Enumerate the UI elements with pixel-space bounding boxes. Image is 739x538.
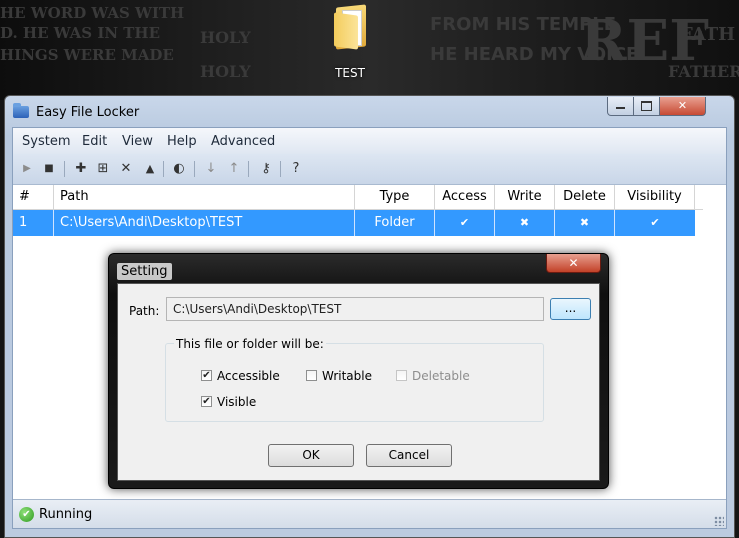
- wallpaper-text: D. HE WAS IN THE: [0, 24, 161, 42]
- dialog-body: Path: C:\Users\Andi\Desktop\TEST ... Thi…: [117, 283, 600, 481]
- desktop-folder-label: TEST: [335, 66, 365, 80]
- status-text: Running: [39, 507, 93, 522]
- check-icon: ✔: [650, 216, 660, 229]
- wallpaper-text: FATH: [680, 24, 736, 45]
- help-icon[interactable]: ?: [287, 160, 305, 178]
- check-icon: ✔: [435, 210, 495, 236]
- checkbox-label: Writable: [322, 369, 372, 383]
- dialog-close-button[interactable]: ✕: [546, 254, 601, 273]
- column-header-visibility[interactable]: Visibility: [615, 185, 695, 209]
- toolbar-separator: [194, 161, 195, 177]
- resize-grip[interactable]: [714, 516, 724, 526]
- close-icon: ✕: [568, 256, 579, 270]
- minimize-button[interactable]: [607, 97, 634, 116]
- window-title: Easy File Locker: [36, 105, 140, 120]
- column-header-number[interactable]: #: [13, 185, 54, 209]
- checkbox-box: ✔: [201, 370, 212, 381]
- cross-icon: ✖: [555, 210, 615, 236]
- toolbar: ▶ ■ ✚ ⊞ ✕ ▲ ◐ ↓ ↑ ⚷ ?: [13, 154, 726, 185]
- table-header: # Path Type Access Write Delete Visibili…: [13, 185, 703, 210]
- maximize-button[interactable]: [633, 97, 660, 116]
- folder-icon: [13, 103, 29, 118]
- checkbox-box: [306, 370, 317, 381]
- column-header-access[interactable]: Access: [435, 185, 495, 209]
- move-down-icon[interactable]: ↓: [202, 160, 220, 178]
- close-button[interactable]: ✕: [659, 97, 706, 116]
- checkbox-box: [396, 370, 407, 381]
- menu-edit[interactable]: Edit: [82, 134, 107, 149]
- contrast-icon[interactable]: ◐: [170, 160, 188, 178]
- menu-advanced[interactable]: Advanced: [211, 134, 275, 149]
- menu-view[interactable]: View: [122, 134, 153, 149]
- status-bar: ✔ Running: [13, 499, 726, 528]
- row-type: Folder: [355, 210, 435, 236]
- toolbar-separator: [163, 161, 164, 177]
- column-header-type[interactable]: Type: [355, 185, 435, 209]
- close-icon: ✕: [677, 99, 688, 112]
- wallpaper-text: HOLY: [200, 28, 251, 47]
- folder-icon: [332, 4, 368, 50]
- group-label: This file or folder will be:: [174, 337, 326, 351]
- menu-help[interactable]: Help: [167, 134, 197, 149]
- row-number: 1: [13, 210, 54, 236]
- add-folder-icon[interactable]: ⊞: [94, 160, 112, 178]
- wallpaper-text: HOLY: [200, 62, 251, 81]
- path-input[interactable]: C:\Users\Andi\Desktop\TEST: [166, 297, 544, 321]
- wallpaper-text: HE WORD WAS WITH: [0, 4, 185, 22]
- wallpaper-text: FATHER: [668, 62, 739, 81]
- column-header-path[interactable]: Path: [54, 185, 355, 209]
- up-icon[interactable]: ▲: [141, 160, 159, 178]
- delete-icon[interactable]: ✕: [117, 160, 135, 178]
- column-header-write[interactable]: Write: [495, 185, 555, 209]
- play-icon[interactable]: ▶: [18, 160, 36, 178]
- running-icon: ✔: [19, 507, 34, 522]
- title-bar[interactable]: Easy File Locker ✕: [5, 96, 734, 126]
- table-row[interactable]: 1 C:\Users\Andi\Desktop\TEST Folder ✔ ✖ …: [13, 210, 695, 236]
- move-up-icon[interactable]: ↑: [225, 160, 243, 178]
- maximize-icon: [641, 101, 652, 111]
- key-icon[interactable]: ⚷: [257, 160, 275, 178]
- desktop-folder-test[interactable]: TEST: [318, 4, 382, 86]
- path-label: Path:: [129, 304, 160, 318]
- ok-button[interactable]: OK: [268, 444, 354, 467]
- checkbox-label: Deletable: [412, 369, 470, 383]
- column-header-delete[interactable]: Delete: [555, 185, 615, 209]
- toolbar-separator: [248, 161, 249, 177]
- checkbox-label: Visible: [217, 395, 257, 409]
- dialog-title: Setting: [117, 263, 172, 280]
- checkbox-box: ✔: [201, 396, 212, 407]
- menu-system[interactable]: System: [22, 134, 70, 149]
- add-icon[interactable]: ✚: [72, 160, 90, 178]
- cancel-button[interactable]: Cancel: [366, 444, 452, 467]
- row-path: C:\Users\Andi\Desktop\TEST: [54, 210, 355, 236]
- stop-icon[interactable]: ■: [40, 160, 58, 178]
- menu-bar: System Edit View Help Advanced: [13, 128, 726, 154]
- checkbox-label: Accessible: [217, 369, 280, 383]
- minimize-icon: [616, 107, 625, 109]
- cross-icon: ✖: [495, 210, 555, 236]
- browse-button[interactable]: ...: [550, 298, 591, 320]
- toolbar-separator: [280, 161, 281, 177]
- setting-dialog: Setting ✕ Path: C:\Users\Andi\Desktop\TE…: [108, 253, 609, 489]
- toolbar-separator: [64, 161, 65, 177]
- wallpaper-text: HINGS WERE MADE: [0, 46, 174, 64]
